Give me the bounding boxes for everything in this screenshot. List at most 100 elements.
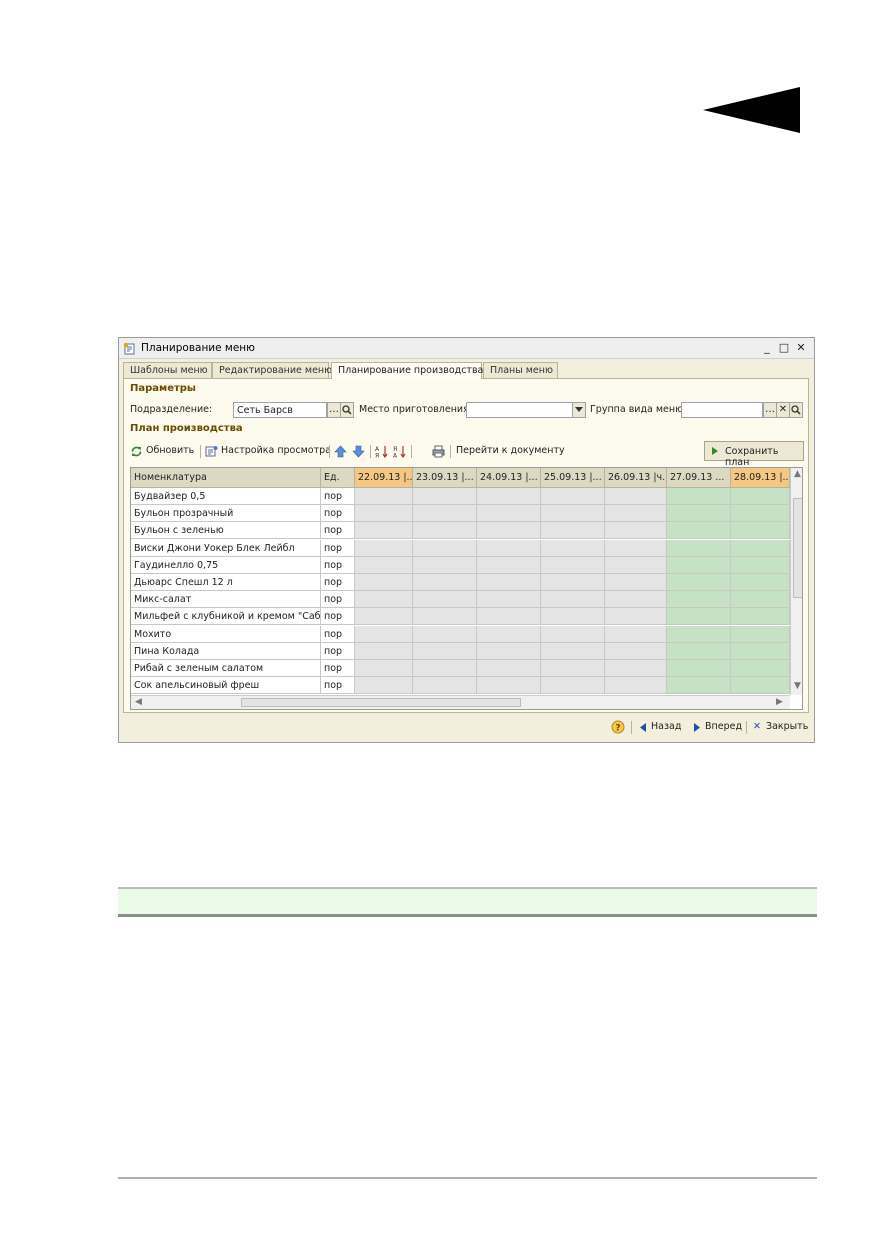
scroll-left-arrow-icon[interactable]: ◀ — [135, 697, 142, 707]
plan-quantity-cell[interactable] — [355, 677, 413, 695]
plan-quantity-cell[interactable] — [731, 505, 790, 523]
scroll-right-arrow-icon[interactable]: ▶ — [776, 697, 783, 707]
place-field[interactable] — [466, 402, 573, 418]
plan-quantity-cell[interactable] — [605, 505, 667, 523]
go-to-document-button[interactable]: Перейти к документу — [456, 445, 565, 456]
column-header-8[interactable]: 28.09.13 |... — [731, 468, 790, 488]
plan-quantity-cell[interactable] — [541, 660, 605, 677]
plan-quantity-cell[interactable] — [413, 574, 477, 591]
plan-quantity-cell[interactable] — [413, 677, 477, 695]
plan-quantity-cell[interactable] — [355, 608, 413, 626]
item-name-cell[interactable]: Мильфей с клубникой и кремом "Саб... — [131, 608, 321, 626]
plan-quantity-cell[interactable] — [355, 539, 413, 557]
plan-quantity-cell[interactable] — [605, 556, 667, 574]
unit-cell[interactable]: пор — [321, 505, 355, 523]
plan-quantity-cell[interactable] — [667, 660, 731, 677]
item-name-cell[interactable]: Рибай с зеленым салатом — [131, 660, 321, 677]
plan-quantity-cell[interactable] — [667, 539, 731, 557]
tab-edit-menu[interactable]: Редактирование меню — [212, 362, 332, 378]
division-search-icon[interactable] — [340, 402, 354, 418]
item-name-cell[interactable]: Сок апельсиновый фреш — [131, 677, 321, 695]
plan-quantity-cell[interactable] — [477, 608, 541, 626]
scroll-down-arrow-icon[interactable]: ▼ — [794, 681, 801, 691]
plan-quantity-cell[interactable] — [605, 488, 667, 505]
item-name-cell[interactable]: Бульон с зеленью — [131, 522, 321, 540]
tab-menu-templates[interactable]: Шаблоны меню — [123, 362, 212, 378]
plan-quantity-cell[interactable] — [477, 505, 541, 523]
column-header-3[interactable]: 23.09.13 |... — [413, 468, 477, 488]
plan-quantity-cell[interactable] — [667, 677, 731, 695]
unit-cell[interactable]: пор — [321, 556, 355, 574]
plan-quantity-cell[interactable] — [667, 642, 731, 660]
plan-quantity-cell[interactable] — [477, 556, 541, 574]
minimize-button[interactable]: _ — [760, 341, 774, 355]
plan-quantity-cell[interactable] — [355, 522, 413, 540]
plan-quantity-cell[interactable] — [605, 574, 667, 591]
plan-quantity-cell[interactable] — [731, 642, 790, 660]
sort-ascending-icon[interactable]: A Я — [375, 445, 388, 458]
plan-quantity-cell[interactable] — [355, 591, 413, 609]
plan-quantity-cell[interactable] — [667, 625, 731, 643]
plan-quantity-cell[interactable] — [541, 677, 605, 695]
column-header-1[interactable]: Ед. — [321, 468, 355, 488]
plan-quantity-cell[interactable] — [605, 625, 667, 643]
plan-quantity-cell[interactable] — [355, 660, 413, 677]
plan-quantity-cell[interactable] — [413, 488, 477, 505]
maximize-button[interactable]: □ — [777, 341, 791, 355]
plan-quantity-cell[interactable] — [541, 488, 605, 505]
view-settings-button[interactable]: Настройка просмотра — [221, 445, 331, 456]
plan-quantity-cell[interactable] — [477, 539, 541, 557]
plan-quantity-cell[interactable] — [477, 677, 541, 695]
plan-quantity-cell[interactable] — [667, 574, 731, 591]
plan-quantity-cell[interactable] — [477, 642, 541, 660]
plan-quantity-cell[interactable] — [541, 625, 605, 643]
help-icon[interactable]: ? — [611, 720, 625, 734]
plan-quantity-cell[interactable] — [541, 556, 605, 574]
menu-group-clear-icon[interactable]: ✕ — [776, 402, 790, 418]
plan-quantity-cell[interactable] — [477, 591, 541, 609]
unit-cell[interactable]: пор — [321, 642, 355, 660]
plan-quantity-cell[interactable] — [667, 488, 731, 505]
plan-quantity-cell[interactable] — [667, 505, 731, 523]
plan-quantity-cell[interactable] — [731, 625, 790, 643]
item-name-cell[interactable]: Мохито — [131, 625, 321, 643]
plan-quantity-cell[interactable] — [541, 539, 605, 557]
vertical-scroll-thumb[interactable] — [793, 498, 802, 598]
plan-quantity-cell[interactable] — [413, 591, 477, 609]
scroll-up-arrow-icon[interactable]: ▲ — [794, 469, 801, 479]
plan-quantity-cell[interactable] — [541, 522, 605, 540]
print-icon[interactable] — [432, 445, 445, 458]
plan-quantity-cell[interactable] — [355, 488, 413, 505]
plan-quantity-cell[interactable] — [541, 642, 605, 660]
plan-quantity-cell[interactable] — [731, 591, 790, 609]
plan-quantity-cell[interactable] — [413, 642, 477, 660]
plan-quantity-cell[interactable] — [731, 574, 790, 591]
division-field[interactable]: Сеть Барсв — [233, 402, 327, 418]
unit-cell[interactable]: пор — [321, 608, 355, 626]
move-down-icon[interactable] — [352, 445, 365, 458]
plan-quantity-cell[interactable] — [541, 591, 605, 609]
plan-quantity-cell[interactable] — [605, 539, 667, 557]
plan-quantity-cell[interactable] — [355, 574, 413, 591]
unit-cell[interactable]: пор — [321, 591, 355, 609]
place-dropdown-button[interactable] — [572, 402, 586, 418]
unit-cell[interactable]: пор — [321, 574, 355, 591]
horizontal-scrollbar[interactable]: ◀ ▶ — [131, 695, 790, 709]
back-button[interactable]: Назад — [651, 721, 681, 732]
plan-quantity-cell[interactable] — [477, 574, 541, 591]
plan-quantity-cell[interactable] — [355, 505, 413, 523]
item-name-cell[interactable]: Дьюарс Спешл 12 л — [131, 574, 321, 591]
plan-quantity-cell[interactable] — [355, 642, 413, 660]
close-window-button[interactable]: ✕ — [794, 341, 808, 355]
plan-quantity-cell[interactable] — [413, 539, 477, 557]
plan-quantity-cell[interactable] — [477, 522, 541, 540]
item-name-cell[interactable]: Бульон прозрачный — [131, 505, 321, 523]
plan-quantity-cell[interactable] — [477, 625, 541, 643]
plan-quantity-cell[interactable] — [667, 591, 731, 609]
plan-quantity-cell[interactable] — [667, 522, 731, 540]
plan-quantity-cell[interactable] — [605, 642, 667, 660]
menu-group-select-button[interactable]: … — [763, 402, 777, 418]
plan-quantity-cell[interactable] — [355, 556, 413, 574]
plan-quantity-cell[interactable] — [667, 608, 731, 626]
plan-quantity-cell[interactable] — [667, 556, 731, 574]
